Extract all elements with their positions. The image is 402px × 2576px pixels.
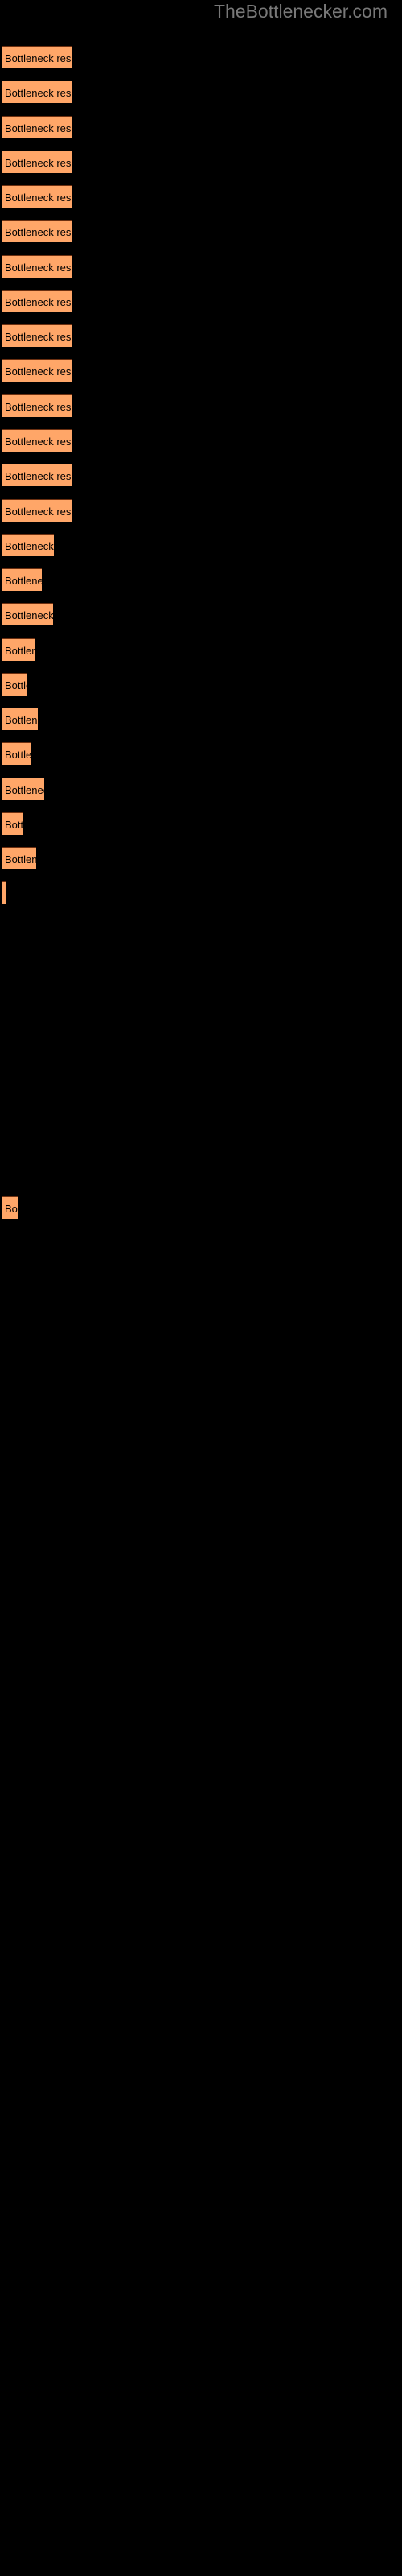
bar[interactable]: Bottleneck result bbox=[2, 847, 36, 869]
bar-label: Bottleneck result bbox=[5, 226, 72, 238]
bar-label: Bottleneck result bbox=[5, 819, 23, 831]
bar[interactable]: Bottleneck result bbox=[2, 220, 72, 242]
bar-label: Bottleneck result bbox=[5, 157, 72, 169]
bar[interactable]: Bottleneck result bbox=[2, 80, 72, 103]
bar[interactable]: Bottleneck result bbox=[2, 708, 38, 730]
bar-chart-plot: Bottleneck result Bottleneck result Bottle… bbox=[0, 0, 402, 2576]
bar[interactable]: Bottleneck result bbox=[2, 742, 31, 765]
bar-label: Bottleneck result bbox=[5, 365, 72, 378]
bar[interactable]: Bottleneck result bbox=[2, 603, 53, 625]
bar-label: Bottleneck result bbox=[5, 401, 72, 413]
bar[interactable]: Bottleneck result bbox=[2, 394, 72, 417]
bar[interactable]: Bottleneck result bbox=[2, 116, 72, 138]
bar[interactable]: Bottleneck result bbox=[2, 255, 72, 278]
bar-label: Bottleneck result bbox=[5, 436, 72, 448]
bar-label: Bottleneck result bbox=[5, 470, 72, 482]
bar[interactable]: Bottleneck result bbox=[2, 499, 72, 522]
bar[interactable]: Bottleneck result bbox=[2, 464, 72, 486]
bar[interactable]: Bottleneck result bbox=[2, 359, 72, 382]
bar[interactable]: Bottleneck result bbox=[2, 290, 72, 312]
bar-label: Bottleneck result bbox=[5, 296, 72, 308]
bar[interactable]: Bottleneck result bbox=[2, 812, 23, 835]
bar[interactable]: Bottleneck result bbox=[2, 881, 6, 904]
bar-label: Bottleneck result bbox=[5, 52, 72, 64]
bar-label: Bottleneck result bbox=[5, 122, 72, 134]
bar-label: Bottleneck result bbox=[5, 609, 53, 621]
bar[interactable]: Bottleneck result bbox=[2, 568, 42, 591]
bar-label: Bottleneck result bbox=[5, 575, 42, 587]
bar[interactable]: Bottleneck result bbox=[2, 673, 27, 696]
bar-label: Bottleneck result bbox=[5, 331, 72, 343]
bar[interactable]: Bottleneck result bbox=[2, 429, 72, 452]
bar[interactable]: Bottleneck result bbox=[2, 46, 72, 68]
bar-label: Bottleneck result bbox=[5, 784, 44, 796]
bar[interactable]: Bottleneck result bbox=[2, 638, 35, 661]
bar-label: Bottleneck result bbox=[5, 882, 6, 904]
bar-label: Bottleneck result bbox=[5, 540, 54, 552]
bar[interactable]: Bottleneck result bbox=[2, 185, 72, 208]
bar-label: Bottleneck result bbox=[5, 645, 35, 657]
bar-label: Bottleneck result bbox=[5, 1203, 18, 1215]
bar-label: Bottleneck result bbox=[5, 679, 27, 691]
bar-label: Bottleneck result bbox=[5, 853, 36, 865]
bar[interactable]: Bottleneck result bbox=[2, 324, 72, 347]
bar-label: Bottleneck result bbox=[5, 87, 72, 99]
bar[interactable]: Bottleneck result bbox=[2, 778, 44, 800]
bar-label: Bottleneck result bbox=[5, 192, 72, 204]
bar-label: Bottleneck result bbox=[5, 714, 38, 726]
bar[interactable]: Bottleneck result bbox=[2, 1196, 18, 1219]
bar[interactable]: Bottleneck result bbox=[2, 534, 54, 556]
bar-label: Bottleneck result bbox=[5, 749, 31, 761]
bar-label: Bottleneck result bbox=[5, 262, 72, 274]
bar-label: Bottleneck result bbox=[5, 506, 72, 518]
bar[interactable]: Bottleneck result bbox=[2, 151, 72, 173]
